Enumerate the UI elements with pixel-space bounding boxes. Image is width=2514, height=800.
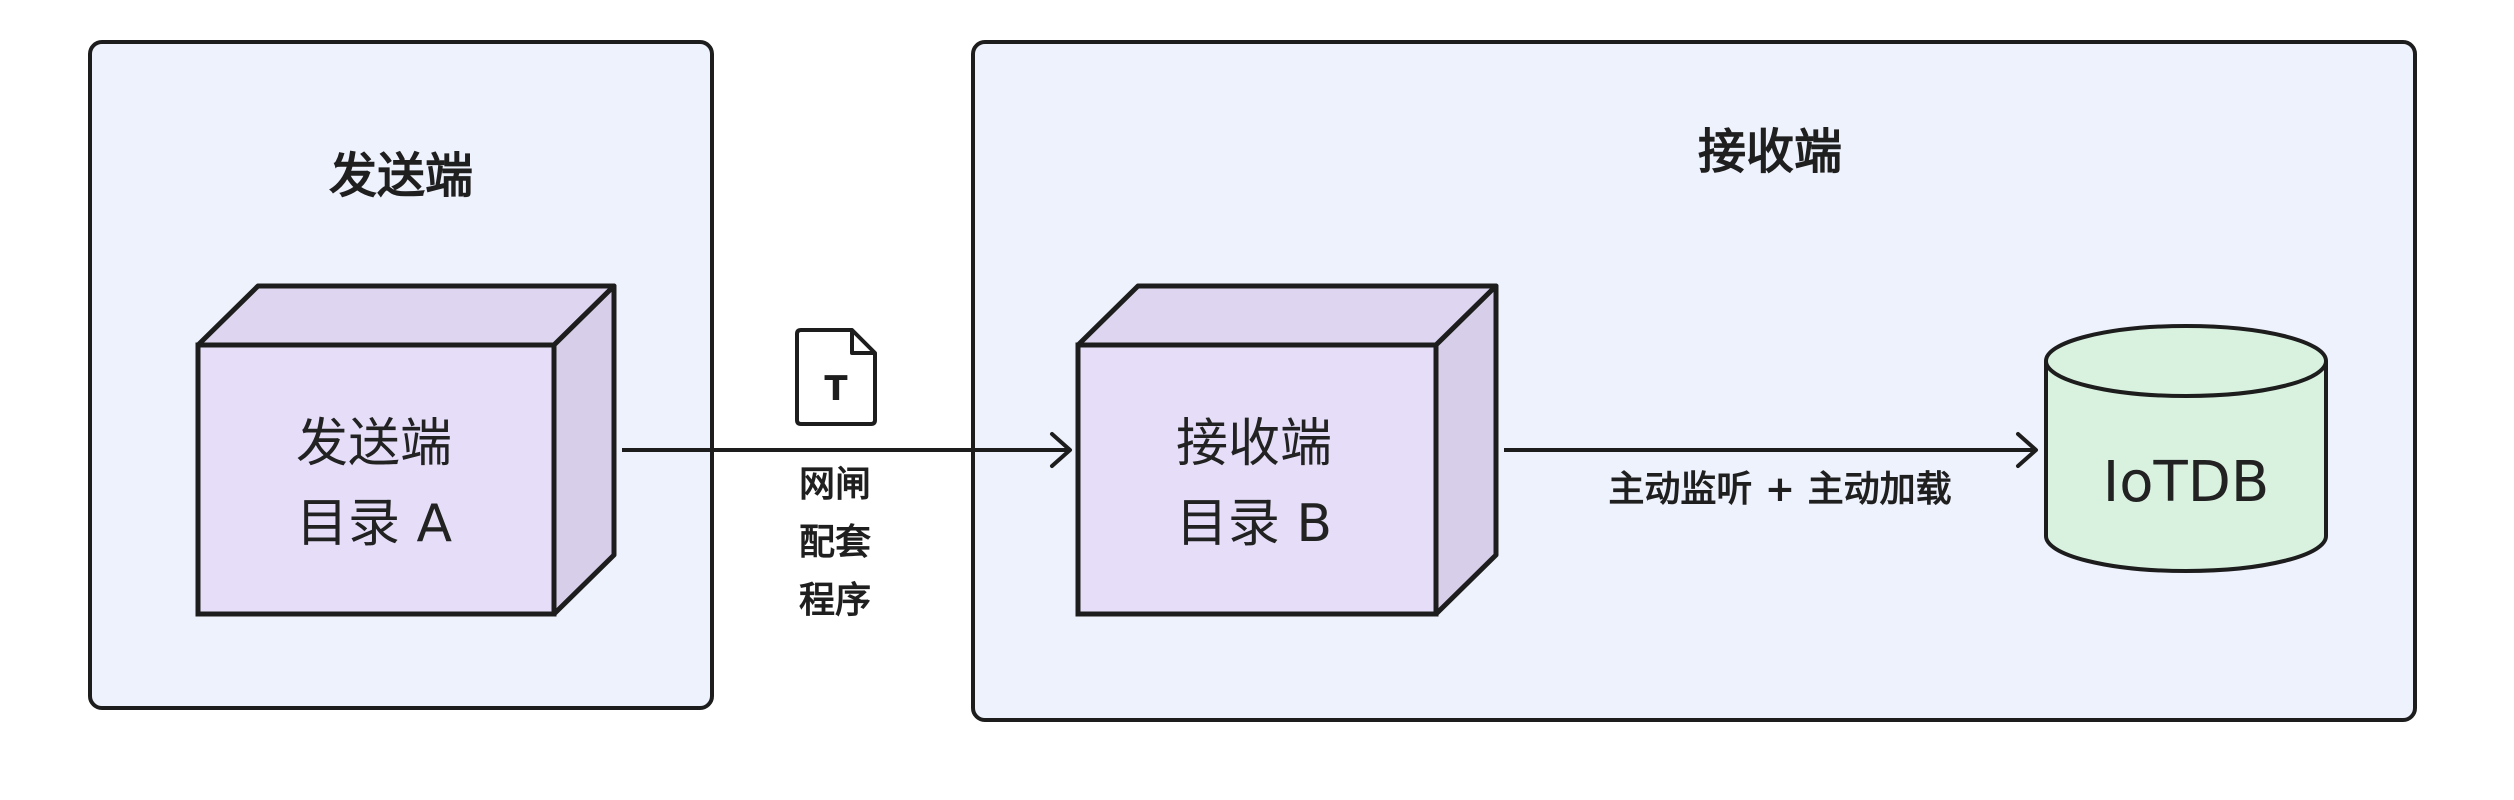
file-icon: T <box>795 328 877 426</box>
gateway-label-line: 程序 <box>798 580 871 621</box>
iotdb-label: IoTDB <box>2102 450 2270 515</box>
receiver-directory-line2: 目录 B <box>1175 494 1333 554</box>
gateway-label-line: 网闸 <box>798 464 871 505</box>
gateway-label-line: 配套 <box>798 522 871 563</box>
receiver-directory-label: 接收端 目录 B <box>1078 404 1430 564</box>
sender-directory-line1: 发送端 <box>295 414 452 474</box>
sender-directory-label: 发送端 目录 A <box>198 404 550 564</box>
diagram-canvas: T <box>195 283 2328 617</box>
file-icon-letter: T <box>824 369 848 409</box>
receiver-title: 接收端 <box>1697 124 1842 180</box>
gateway-program-label: 网闸 配套 程序 <box>790 456 880 630</box>
sender-directory-line2: 目录 A <box>295 494 453 554</box>
listen-load-label: 主动监听 + 主动加载 <box>1608 469 1952 510</box>
receiver-directory-line1: 接收端 <box>1175 414 1332 474</box>
sender-title: 发送端 <box>328 148 473 204</box>
iotdb-database-cylinder <box>2044 324 2328 573</box>
